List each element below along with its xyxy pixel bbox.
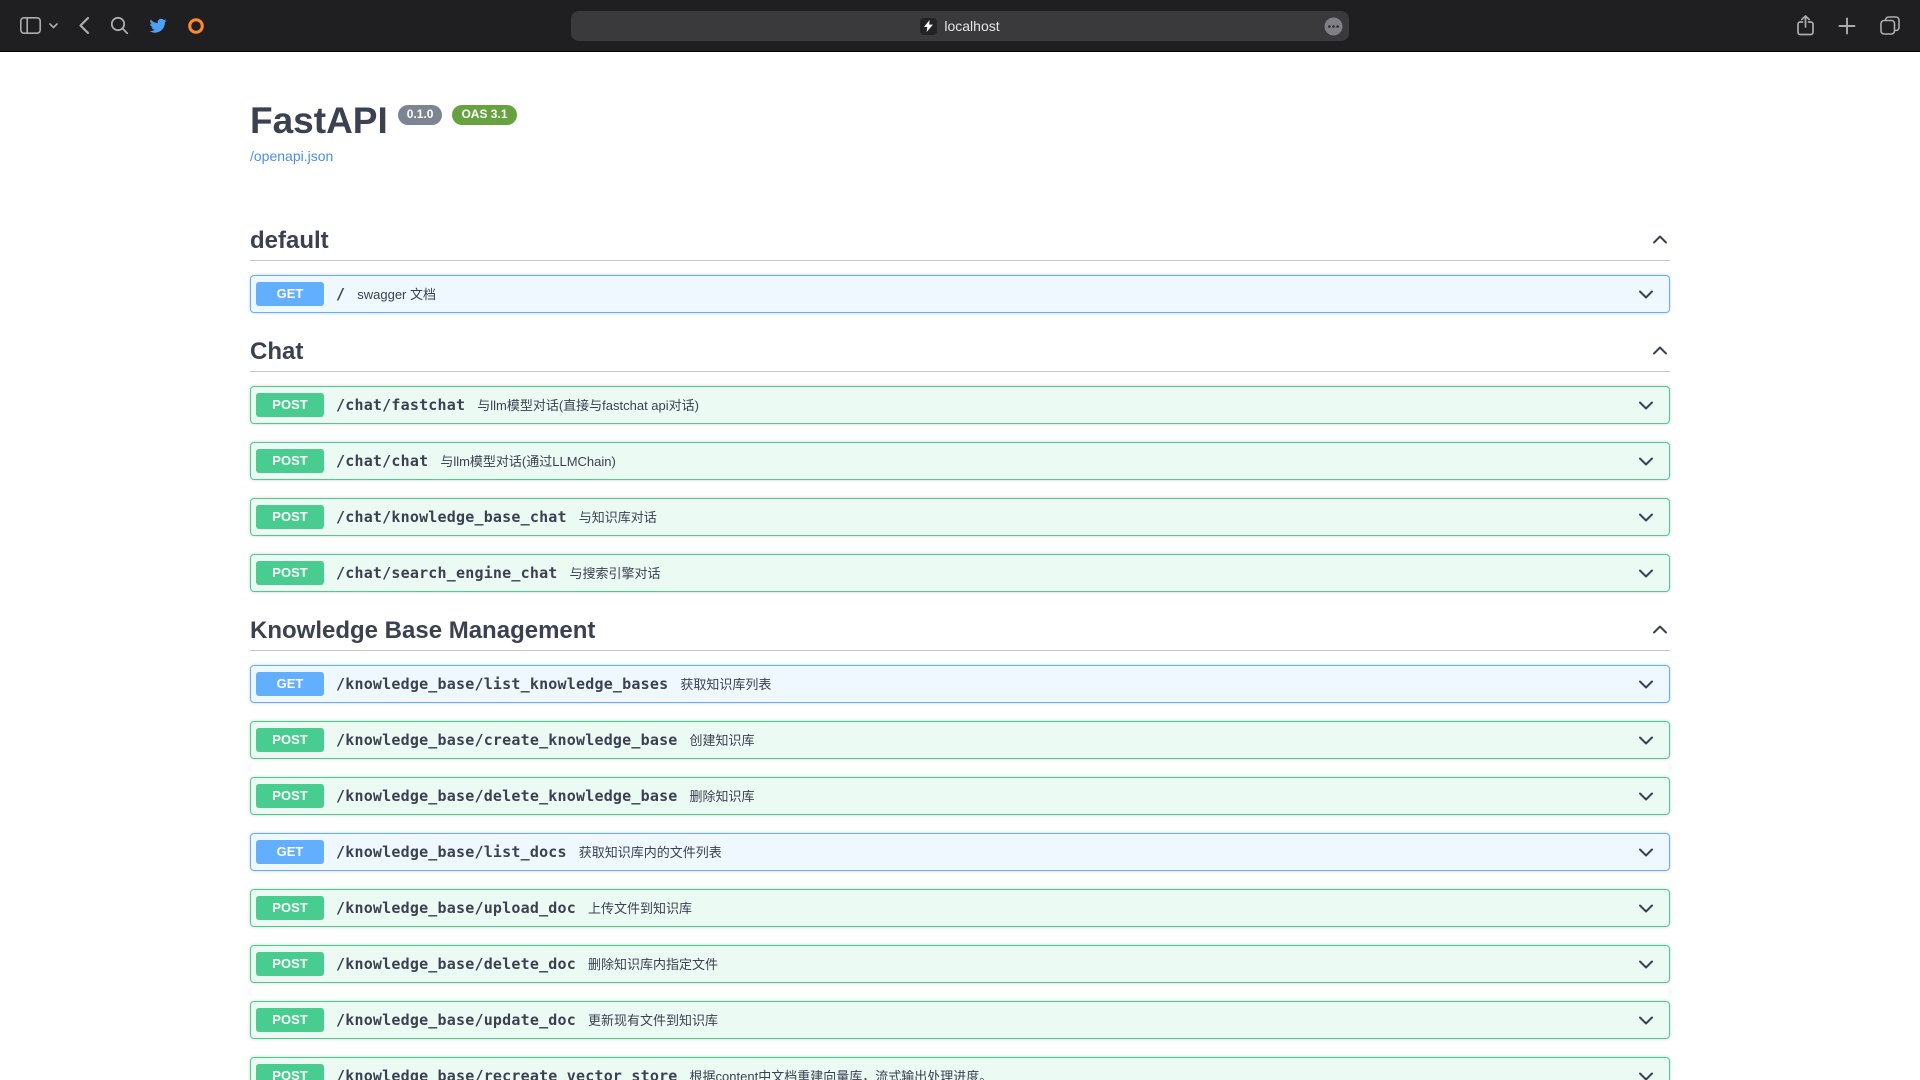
chevron-down-icon[interactable] [1636,954,1656,974]
operation-row[interactable]: POST /chat/knowledge_base_chat 与知识库对话 [250,498,1670,536]
operation-path: /chat/knowledge_base_chat [336,508,567,526]
tag-title: default [250,226,329,255]
tag-header-chat[interactable]: Chat [250,331,1670,372]
method-badge: POST [256,896,324,920]
swagger-page: FastAPI 0.1.0 OAS 3.1 /openapi.json defa… [250,102,1670,1080]
operation-summary: 与知识库对话 [579,507,657,526]
pinned-tab-blue-icon[interactable] [149,18,167,34]
address-bar[interactable]: localhost [571,11,1349,41]
operation-summary: 上传文件到知识库 [588,898,692,917]
operation-path: /knowledge_base/recreate_vector_store [336,1067,678,1080]
browser-toolbar: localhost [0,0,1920,52]
operation-summary: 获取知识库列表 [680,674,771,693]
operation-row[interactable]: GET /knowledge_base/list_knowledge_bases… [250,665,1670,703]
operation-summary: 删除知识库 [690,786,755,805]
chevron-down-icon[interactable] [1636,786,1656,806]
operation-path: /knowledge_base/list_docs [336,843,567,861]
tag-section-default: default GET / swagger 文档 [250,220,1670,313]
operation-summary: 更新现有文件到知识库 [588,1010,718,1029]
method-badge: POST [256,393,324,417]
chevron-down-icon[interactable] [1636,507,1656,527]
operation-row[interactable]: GET /knowledge_base/list_docs 获取知识库内的文件列… [250,833,1670,871]
openapi-spec-link[interactable]: /openapi.json [250,148,333,164]
chevron-down-icon[interactable] [1636,395,1656,415]
version-badge: 0.1.0 [398,105,443,125]
operation-row[interactable]: POST /knowledge_base/delete_doc 删除知识库内指定… [250,945,1670,983]
method-badge: GET [256,672,324,696]
operation-summary: 与llm模型对话(直接与fastchat api对话) [477,395,699,414]
page-menu-icon[interactable] [1324,17,1343,36]
chevron-down-icon[interactable] [1636,451,1656,471]
operation-path: /knowledge_base/list_knowledge_bases [336,675,668,693]
operation-row[interactable]: POST /chat/fastchat 与llm模型对话(直接与fastchat… [250,386,1670,424]
operation-summary: swagger 文档 [357,284,436,303]
operation-summary: 删除知识库内指定文件 [588,954,718,973]
chevron-down-icon[interactable] [1636,730,1656,750]
operation-path: /chat/fastchat [336,396,465,414]
operation-row[interactable]: POST /chat/chat 与llm模型对话(通过LLMChain) [250,442,1670,480]
new-tab-icon[interactable] [1838,17,1856,35]
operation-row[interactable]: POST /knowledge_base/create_knowledge_ba… [250,721,1670,759]
operation-row[interactable]: POST /knowledge_base/update_doc 更新现有文件到知… [250,1001,1670,1039]
tag-title: Knowledge Base Management [250,616,595,645]
address-text: localhost [944,18,999,34]
chevron-down-icon[interactable] [1636,1066,1656,1080]
operation-path: /chat/chat [336,452,428,470]
method-badge: POST [256,449,324,473]
operation-path: / [336,285,345,303]
method-badge: POST [256,784,324,808]
sidebar-toggle-icon[interactable] [20,17,41,34]
method-badge: POST [256,728,324,752]
operation-path: /knowledge_base/create_knowledge_base [336,731,678,749]
operation-summary: 与搜索引擎对话 [570,563,661,582]
operation-path: /knowledge_base/delete_knowledge_base [336,787,678,805]
tag-header-knowledge-base[interactable]: Knowledge Base Management [250,610,1670,651]
chevron-down-icon[interactable] [1636,284,1656,304]
operation-path: /knowledge_base/upload_doc [336,899,576,917]
tab-overview-icon[interactable] [1880,16,1900,35]
oas-badge: OAS 3.1 [452,105,516,125]
operation-summary: 获取知识库内的文件列表 [579,842,722,861]
chevron-down-icon[interactable] [1636,1010,1656,1030]
operation-summary: 与llm模型对话(通过LLMChain) [440,451,616,470]
method-badge: GET [256,282,324,306]
operation-row[interactable]: POST /knowledge_base/recreate_vector_sto… [250,1057,1670,1080]
back-icon[interactable] [78,16,90,35]
method-badge: POST [256,1008,324,1032]
chevron-down-icon[interactable] [1636,674,1656,694]
tag-header-default[interactable]: default [250,220,1670,261]
chevron-up-icon[interactable] [1650,230,1670,250]
method-badge: POST [256,561,324,585]
api-info: FastAPI 0.1.0 OAS 3.1 [250,102,1670,141]
method-badge: POST [256,505,324,529]
tag-section-knowledge-base: Knowledge Base Management GET /knowledge… [250,610,1670,1080]
operation-row[interactable]: POST /chat/search_engine_chat 与搜索引擎对话 [250,554,1670,592]
operation-summary: 根据content中文档重建向量库，流式输出处理进度。 [690,1066,993,1080]
operation-path: /chat/search_engine_chat [336,564,558,582]
chevron-up-icon[interactable] [1650,341,1670,361]
operation-summary: 创建知识库 [690,730,755,749]
operation-row[interactable]: GET / swagger 文档 [250,275,1670,313]
share-icon[interactable] [1797,15,1814,36]
tag-section-chat: Chat POST /chat/fastchat 与llm模型对话(直接与fas… [250,331,1670,592]
pinned-tab-orange-icon[interactable] [187,17,205,35]
site-favicon-icon [920,18,937,35]
search-icon[interactable] [110,16,129,35]
method-badge: GET [256,840,324,864]
tag-title: Chat [250,337,303,366]
chevron-down-icon[interactable] [1636,898,1656,918]
sidebar-chevron-icon[interactable] [49,23,58,29]
operation-path: /knowledge_base/update_doc [336,1011,576,1029]
chevron-down-icon[interactable] [1636,842,1656,862]
method-badge: POST [256,1064,324,1080]
method-badge: POST [256,952,324,976]
operation-row[interactable]: POST /knowledge_base/upload_doc 上传文件到知识库 [250,889,1670,927]
chevron-down-icon[interactable] [1636,563,1656,583]
chevron-up-icon[interactable] [1650,620,1670,640]
operation-row[interactable]: POST /knowledge_base/delete_knowledge_ba… [250,777,1670,815]
page-title: FastAPI [250,102,388,141]
operation-path: /knowledge_base/delete_doc [336,955,576,973]
